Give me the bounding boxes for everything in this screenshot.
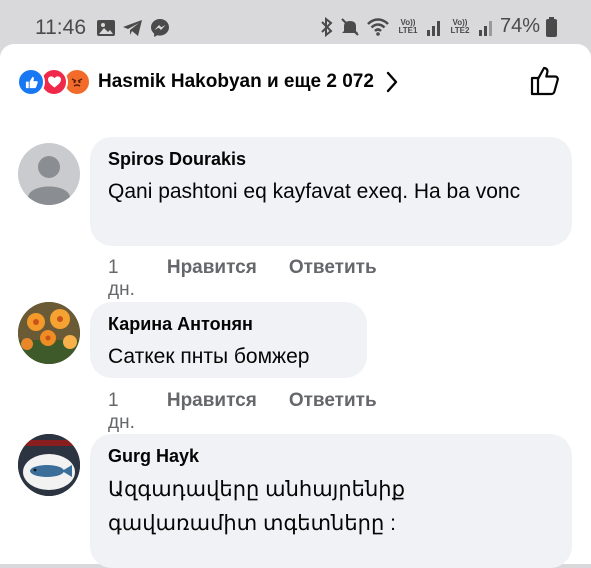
comment-author[interactable]: Карина Антонян bbox=[108, 314, 349, 335]
battery-icon bbox=[546, 16, 557, 37]
like-reaction-icon bbox=[17, 68, 45, 96]
status-right: Vo)) LTE1 Vo)) LTE2 74% bbox=[320, 15, 557, 38]
gallery-icon bbox=[97, 20, 115, 36]
wifi-icon bbox=[367, 17, 389, 36]
avatar[interactable] bbox=[18, 302, 80, 364]
comment-text: Ազգադավերը անհայրենիք գավառամիտ տգետները… bbox=[108, 478, 405, 535]
comment-time: 1 дн. bbox=[108, 257, 135, 300]
messenger-icon bbox=[151, 19, 169, 37]
default-avatar-icon bbox=[28, 156, 70, 205]
comment-bubble[interactable]: Spiros Dourakis Qani pashtoni eq kayfava… bbox=[90, 137, 572, 246]
comment-author[interactable]: Gurg Hayk bbox=[108, 446, 554, 467]
notification-icons bbox=[96, 18, 170, 38]
reply-button[interactable]: Ответить bbox=[289, 257, 377, 301]
lte1-label: Vo)) LTE1 bbox=[398, 17, 418, 35]
reactors-label: Hasmik Hakobyan и еще 2 072 bbox=[98, 71, 374, 92]
comment-actions: 1 дн. Нравится Ответить bbox=[108, 390, 377, 434]
comment-bubble[interactable]: Карина Антонян Саткек пнты бомжер bbox=[90, 302, 367, 378]
telegram-icon bbox=[123, 20, 142, 36]
comment-author[interactable]: Spiros Dourakis bbox=[108, 149, 554, 170]
comment-bubble[interactable]: Gurg Hayk Ազգադավերը անհայրենիք գավառամի… bbox=[90, 434, 572, 568]
thumbs-up-icon bbox=[530, 66, 559, 96]
like-post-button[interactable] bbox=[529, 65, 561, 102]
comment-time: 1 дн. bbox=[108, 390, 135, 433]
fish-avatar-icon bbox=[18, 434, 80, 496]
status-time: 11:46 bbox=[35, 16, 86, 39]
signal1-icon bbox=[426, 20, 440, 36]
signal2-icon bbox=[478, 20, 492, 36]
comment-text: Саткек пнты бомжер bbox=[108, 345, 310, 368]
flowers-avatar-icon bbox=[18, 302, 80, 364]
comment-text: Qani pashtoni eq kayfavat exeq. Ha ba vo… bbox=[108, 180, 521, 203]
avatar[interactable] bbox=[18, 143, 80, 205]
avatar[interactable] bbox=[18, 434, 80, 496]
like-comment-button[interactable]: Нравится bbox=[167, 257, 257, 301]
reactions-summary[interactable]: Hasmik Hakobyan и еще 2 072 bbox=[17, 66, 398, 98]
battery-percent: 74% bbox=[499, 15, 540, 37]
chevron-right-icon bbox=[386, 71, 398, 93]
mute-icon bbox=[341, 17, 359, 36]
like-comment-button[interactable]: Нравится bbox=[167, 390, 257, 434]
reply-button[interactable]: Ответить bbox=[289, 390, 377, 434]
comment-actions: 1 дн. Нравится Ответить bbox=[108, 257, 377, 301]
status-bar: 11:46 Vo)) LTE1 Vo)) LTE2 74% bbox=[0, 0, 591, 48]
lte2-label: Vo)) LTE2 bbox=[450, 17, 470, 35]
bluetooth-icon bbox=[321, 16, 333, 37]
